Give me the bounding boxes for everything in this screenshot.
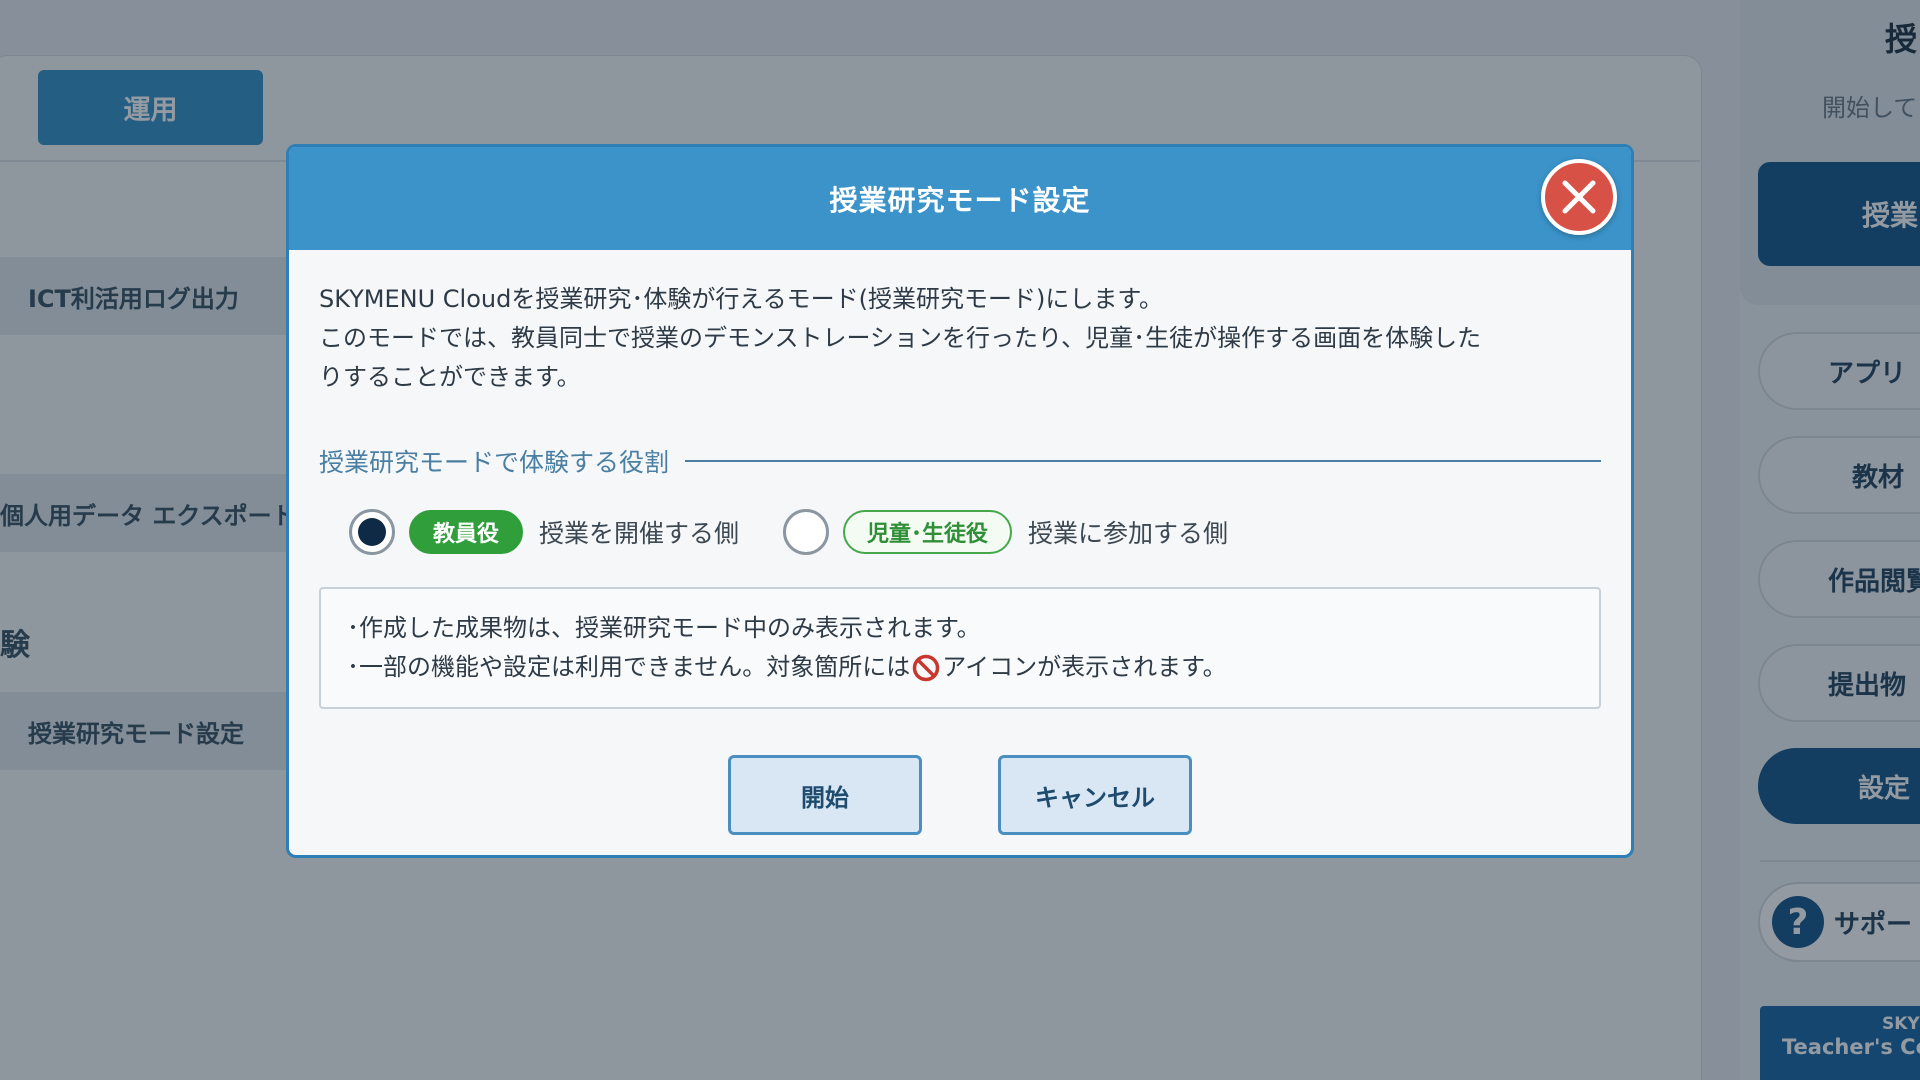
teacher-role-badge: 教員役	[409, 510, 524, 554]
intro-line: りすることができます。	[319, 363, 581, 391]
close-button[interactable]	[1541, 159, 1617, 235]
section-divider	[685, 460, 1601, 462]
note-text: ･一部の機能や設定は利用できません。対象箇所には	[347, 653, 911, 681]
intro-line: SKYMENU Cloudを授業研究･体験が行えるモード(授業研究モード)にしま…	[319, 285, 1163, 313]
radio-student[interactable]	[783, 509, 830, 555]
dialog-actions: 開始 キャンセル	[319, 755, 1601, 835]
lesson-research-mode-dialog: 授業研究モード設定 SKYMENU Cloudを授業研究･体験が行えるモード(授…	[286, 144, 1634, 858]
cancel-button[interactable]: キャンセル	[998, 755, 1192, 835]
role-radio-group: 教員役 授業を開催する側 児童･生徒役 授業に参加する側	[319, 509, 1601, 555]
notes-box: ･作成した成果物は、授業研究モード中のみ表示されます。 ･一部の機能や設定は利用…	[319, 587, 1601, 709]
note-text: アイコンが表示されます。	[942, 653, 1227, 681]
prohibited-icon	[911, 653, 941, 683]
role-section-label: 授業研究モードで体験する役割	[319, 448, 670, 477]
dialog-body: SKYMENU Cloudを授業研究･体験が行えるモード(授業研究モード)にしま…	[289, 250, 1631, 835]
student-role-description: 授業に参加する側	[1028, 519, 1229, 548]
dialog-header: 授業研究モード設定	[289, 147, 1631, 250]
intro-text: SKYMENU Cloudを授業研究･体験が行えるモード(授業研究モード)にしま…	[319, 280, 1601, 397]
dialog-title: 授業研究モード設定	[829, 183, 1091, 217]
radio-teacher[interactable]	[349, 509, 395, 555]
student-role-badge: 児童･生徒役	[843, 510, 1013, 554]
note-text: ･作成した成果物は、授業研究モード中のみ表示されます。	[347, 614, 981, 642]
role-option-teacher[interactable]: 教員役 授業を開催する側	[349, 509, 739, 555]
teacher-role-description: 授業を開催する側	[539, 519, 740, 548]
role-section-header: 授業研究モードで体験する役割	[319, 443, 1601, 479]
note-line: ･作成した成果物は、授業研究モード中のみ表示されます。	[347, 609, 1573, 648]
intro-line: このモードでは、教員同士で授業のデモンストレーションを行ったり、児童･生徒が操作…	[319, 324, 1482, 352]
note-line: ･一部の機能や設定は利用できません。対象箇所には アイコンが表示されます。	[347, 648, 1573, 687]
start-button[interactable]: 開始	[728, 755, 922, 835]
close-icon	[1562, 180, 1596, 214]
role-option-student[interactable]: 児童･生徒役 授業に参加する側	[783, 509, 1228, 555]
radio-selected-dot	[358, 518, 386, 546]
